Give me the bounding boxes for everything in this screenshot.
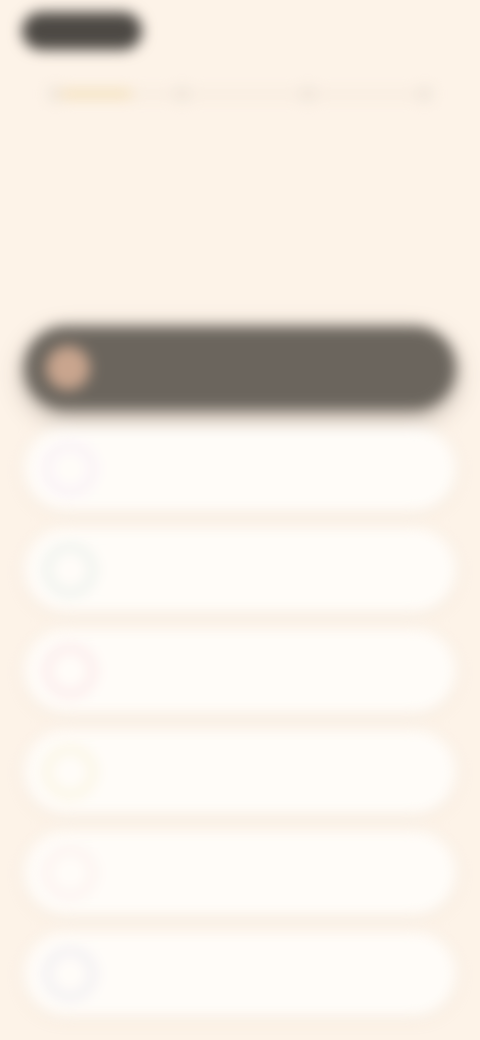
option-icon <box>46 950 94 998</box>
option-icon <box>46 546 94 594</box>
option-icon <box>46 647 94 695</box>
progress-step-2 <box>174 87 189 101</box>
option-2[interactable] <box>24 427 456 511</box>
progress-step-1 <box>48 87 62 101</box>
option-5[interactable] <box>24 730 456 814</box>
option-7[interactable] <box>24 932 456 1016</box>
option-6[interactable] <box>24 831 456 915</box>
option-3[interactable] <box>24 528 456 612</box>
option-list <box>24 326 456 1033</box>
top-pill[interactable] <box>22 12 142 50</box>
option-icon <box>46 748 94 796</box>
progress-step-4 <box>418 87 432 101</box>
option-icon <box>46 346 90 390</box>
onboarding-screen <box>0 0 480 1040</box>
option-icon <box>46 445 94 493</box>
option-4[interactable] <box>24 629 456 713</box>
option-icon <box>46 849 94 897</box>
option-1[interactable] <box>24 326 456 410</box>
progress-step-3 <box>301 87 316 101</box>
progress-bar <box>48 82 432 106</box>
